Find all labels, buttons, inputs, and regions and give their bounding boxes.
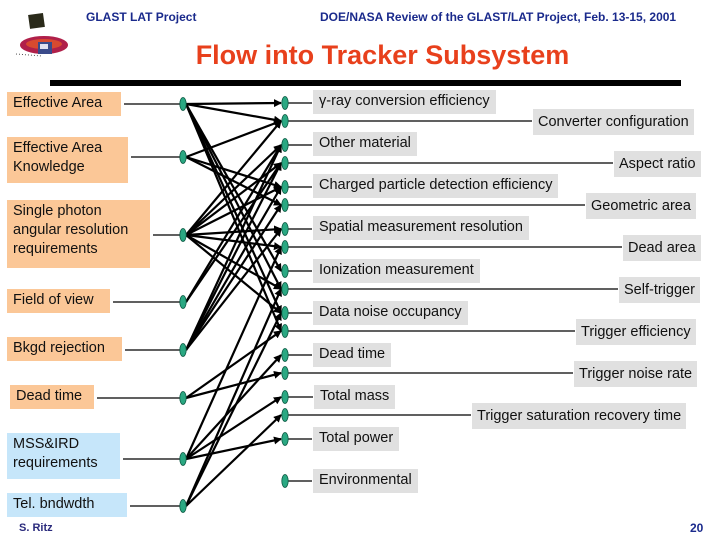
- requirement-box: MSS&IRD requirements: [7, 433, 120, 479]
- requirement-node[interactable]: [179, 295, 187, 309]
- requirement-box: Field of view: [7, 289, 110, 313]
- parameter-box: γ-ray conversion efficiency: [313, 90, 496, 114]
- requirement-node[interactable]: [179, 150, 187, 164]
- requirement-node[interactable]: [179, 391, 187, 405]
- parameter-box: Environmental: [313, 469, 418, 493]
- parameter-box: Geometric area: [586, 193, 696, 219]
- parameter-box: Total mass: [314, 385, 396, 409]
- requirement-box: Effective Area: [7, 92, 121, 116]
- flow-arrow: [185, 102, 282, 124]
- parameter-node[interactable]: [281, 240, 289, 254]
- parameter-box: Total power: [313, 427, 400, 451]
- requirement-box: Effective Area Knowledge: [7, 137, 128, 183]
- requirement-node[interactable]: [179, 343, 187, 357]
- parameter-box: Ionization measurement: [313, 259, 480, 283]
- parameter-box: Dead area: [623, 235, 701, 261]
- parameter-node[interactable]: [281, 390, 289, 404]
- page-number: 20: [690, 521, 704, 535]
- parameter-node[interactable]: [281, 366, 289, 380]
- requirement-box: Dead time: [10, 385, 94, 409]
- parameter-box: Converter configuration: [533, 109, 694, 135]
- parameter-node[interactable]: [281, 264, 289, 278]
- parameter-node[interactable]: [281, 138, 289, 152]
- parameter-node[interactable]: [281, 114, 289, 128]
- parameter-node[interactable]: [281, 96, 289, 110]
- parameter-node[interactable]: [281, 408, 289, 422]
- parameter-box: Other material: [313, 132, 417, 156]
- parameter-box: Aspect ratio: [614, 151, 701, 177]
- parameter-node[interactable]: [281, 324, 289, 338]
- author: S. Ritz: [19, 522, 53, 534]
- requirement-node[interactable]: [179, 499, 187, 513]
- parameter-node[interactable]: [281, 282, 289, 296]
- parameter-node[interactable]: [281, 180, 289, 194]
- requirement-node[interactable]: [179, 452, 187, 466]
- flow-arrow: [185, 370, 282, 400]
- parameter-box: Data noise occupancy: [313, 301, 468, 325]
- requirement-node[interactable]: [179, 228, 187, 242]
- parameter-box: Trigger efficiency: [576, 319, 696, 345]
- requirement-node[interactable]: [179, 97, 187, 111]
- parameter-node[interactable]: [281, 306, 289, 320]
- parameter-node[interactable]: [281, 198, 289, 212]
- requirement-box: Tel. bndwdth: [7, 493, 127, 517]
- parameter-box: Self-trigger: [619, 277, 700, 303]
- flow-arrow: [185, 312, 282, 507]
- parameter-node[interactable]: [281, 156, 289, 170]
- flow-arrow: [185, 99, 282, 108]
- requirement-box: Single photon angular resolution require…: [7, 200, 150, 268]
- parameter-box: Trigger saturation recovery time: [472, 403, 687, 429]
- parameter-node[interactable]: [281, 432, 289, 446]
- parameter-node[interactable]: [281, 474, 289, 488]
- parameter-box: Charged particle detection efficiency: [313, 174, 559, 198]
- requirement-box: Bkgd rejection: [7, 337, 122, 361]
- parameter-node[interactable]: [281, 222, 289, 236]
- parameter-box: Spatial measurement resolution: [313, 216, 529, 240]
- parameter-node[interactable]: [281, 348, 289, 362]
- parameter-box: Trigger noise rate: [574, 361, 698, 387]
- parameter-box: Dead time: [313, 343, 392, 367]
